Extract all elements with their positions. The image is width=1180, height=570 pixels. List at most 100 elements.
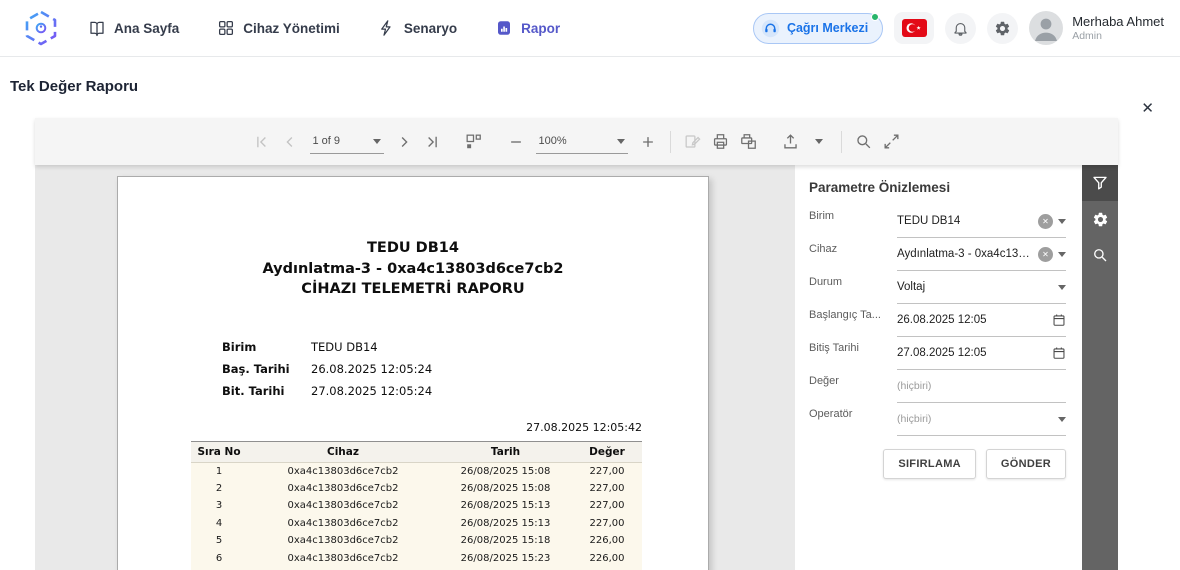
app-logo[interactable] [22, 9, 60, 47]
close-icon[interactable]: ✕ [1141, 101, 1154, 116]
zoom-out-button[interactable] [503, 129, 529, 155]
page-indicator-value: 1 of 9 [313, 135, 341, 147]
top-navigation-bar: Ana Sayfa Cihaz Yönetimi Senaryo [0, 0, 1180, 57]
chevron-down-icon [1058, 285, 1066, 290]
bell-icon [952, 20, 969, 37]
clear-icon[interactable]: ✕ [1038, 214, 1053, 229]
table-row: 10xa4c13803d6ce7cb226/08/2025 15:08227,0… [191, 462, 642, 480]
field-deger: Değer (hiçbiri) [809, 370, 1066, 403]
filter-tab[interactable] [1082, 165, 1118, 201]
topbar-actions: Çağrı Merkezi [753, 11, 1164, 45]
field-durum: Durum Voltaj [809, 271, 1066, 304]
plus-icon [639, 133, 657, 151]
durum-select[interactable]: Voltaj [897, 271, 1066, 304]
printer-page-icon [739, 132, 758, 151]
filter-icon [1091, 174, 1109, 192]
viewer-side-strip [1082, 165, 1118, 570]
info-value: 26.08.2025 12:05:24 [311, 358, 432, 380]
next-page-button[interactable] [391, 129, 417, 155]
clear-icon[interactable]: ✕ [1038, 247, 1053, 262]
last-page-button[interactable] [419, 129, 445, 155]
print-page-button[interactable] [736, 129, 762, 155]
map-book-icon [88, 19, 106, 37]
gear-icon [1092, 211, 1109, 228]
report-info-row: Bit. Tarihi 27.08.2025 12:05:24 [222, 380, 708, 402]
report-viewer: 1 of 9 [35, 118, 1118, 570]
nav-item-device-management[interactable]: Cihaz Yönetimi [217, 19, 340, 37]
info-label: Baş. Tarihi [222, 358, 311, 380]
field-value: TEDU DB14 [897, 215, 1033, 227]
search-tab[interactable] [1082, 237, 1118, 273]
edit-report-button[interactable] [680, 129, 706, 155]
deger-input[interactable]: (hiçbiri) [897, 370, 1066, 403]
language-flag-button[interactable] [894, 12, 934, 44]
fullscreen-button[interactable] [879, 129, 905, 155]
chevron-down-icon [1058, 417, 1066, 422]
user-menu[interactable]: Merhaba Ahmet Admin [1029, 11, 1164, 45]
page-title: Tek Değer Raporu [10, 78, 138, 95]
export-button[interactable] [778, 129, 804, 155]
report-title-block: TEDU DB14 Aydınlatma-3 - 0xa4c13803d6ce7… [118, 238, 708, 300]
operator-select[interactable]: (hiçbiri) [897, 403, 1066, 436]
nav-label: Cihaz Yönetimi [243, 21, 340, 36]
cihaz-select[interactable]: Aydınlatma-3 - 0xa4c138... ✕ [897, 238, 1066, 271]
field-cihaz: Cihaz Aydınlatma-3 - 0xa4c138... ✕ [809, 238, 1066, 271]
export-icon [781, 132, 800, 151]
prev-page-button[interactable] [277, 129, 303, 155]
gear-icon [994, 20, 1011, 37]
print-button[interactable] [708, 129, 734, 155]
field-placeholder: (hiçbiri) [897, 380, 1066, 392]
field-value: 27.08.2025 12:05 [897, 347, 1047, 359]
calendar-icon[interactable] [1052, 346, 1066, 360]
export-options-button[interactable] [806, 129, 832, 155]
search-button[interactable] [851, 129, 877, 155]
call-center-button[interactable]: Çağrı Merkezi [753, 13, 883, 44]
report-generated-timestamp: 27.08.2025 12:05:42 [191, 421, 642, 434]
call-center-label: Çağrı Merkezi [787, 21, 868, 35]
user-text: Merhaba Ahmet Admin [1072, 14, 1164, 42]
table-row: 40xa4c13803d6ce7cb226/08/2025 15:13227,0… [191, 515, 642, 533]
field-label: Değer [809, 370, 897, 403]
zoom-level-dropdown[interactable]: 100% [536, 130, 628, 154]
end-date-input[interactable]: 27.08.2025 12:05 [897, 337, 1066, 370]
nav-label: Senaryo [404, 21, 457, 36]
grid-icon [217, 19, 235, 37]
first-page-button[interactable] [249, 129, 275, 155]
field-label: Birim [809, 205, 897, 238]
headset-icon [761, 19, 780, 38]
toolbar-separator [841, 131, 842, 153]
multipage-view-button[interactable] [461, 129, 487, 155]
col-header-sira-no: Sıra No [191, 441, 247, 462]
start-date-input[interactable]: 26.08.2025 12:05 [897, 304, 1066, 337]
settings-button[interactable] [987, 13, 1018, 44]
toolbar-separator [670, 131, 671, 153]
turkish-flag-icon [902, 19, 927, 37]
calendar-icon[interactable] [1052, 313, 1066, 327]
submit-button[interactable]: GÖNDER [986, 449, 1066, 479]
zoom-in-button[interactable] [635, 129, 661, 155]
chevron-down-icon [1058, 219, 1066, 224]
table-row: 50xa4c13803d6ce7cb226/08/2025 15:18226,0… [191, 532, 642, 550]
chevron-down-icon [1058, 252, 1066, 257]
person-icon [1029, 11, 1063, 45]
table-row: 60xa4c13803d6ce7cb226/08/2025 15:23226,0… [191, 550, 642, 568]
panel-actions: SIFIRLAMA GÖNDER [809, 449, 1066, 479]
info-value: 27.08.2025 12:05:24 [311, 380, 432, 402]
avatar [1029, 11, 1063, 45]
birim-select[interactable]: TEDU DB14 ✕ [897, 205, 1066, 238]
page-indicator-dropdown[interactable]: 1 of 9 [310, 130, 384, 154]
field-bitis-tarihi: Bitiş Tarihi 27.08.2025 12:05 [809, 337, 1066, 370]
nav-item-report[interactable]: Rapor [495, 19, 560, 37]
notifications-button[interactable] [945, 13, 976, 44]
col-header-tarih: Tarih [439, 441, 572, 462]
field-value: Aydınlatma-3 - 0xa4c138... [897, 248, 1033, 260]
nav-item-home[interactable]: Ana Sayfa [88, 19, 179, 37]
report-page: TEDU DB14 Aydınlatma-3 - 0xa4c13803d6ce7… [117, 176, 709, 570]
nav-item-scenario[interactable]: Senaryo [378, 19, 457, 37]
reset-button[interactable]: SIFIRLAMA [883, 449, 976, 479]
field-label: Başlangıç Ta... [809, 304, 897, 337]
settings-tab[interactable] [1082, 201, 1118, 237]
nav-label: Rapor [521, 21, 560, 36]
info-label: Bit. Tarihi [222, 380, 311, 402]
chevron-right-icon [395, 133, 413, 151]
